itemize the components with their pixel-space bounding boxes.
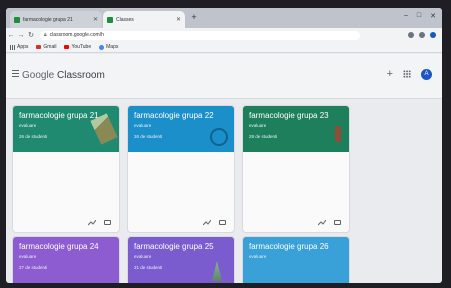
- back-icon[interactable]: ←: [6, 32, 16, 39]
- trend-icon[interactable]: [203, 220, 211, 226]
- folder-icon[interactable]: [219, 220, 226, 225]
- banner-illustration-icon: [210, 128, 228, 146]
- maps-icon: [99, 44, 105, 50]
- tab-classroom-group-21[interactable]: farmacologie grupa 21 ✕: [10, 11, 102, 28]
- gmail-icon: [36, 45, 42, 49]
- window-controls: – □ ✕: [404, 12, 436, 20]
- bookmark-label: YouTube: [71, 44, 92, 50]
- forward-icon[interactable]: →: [16, 32, 26, 39]
- extension-icon[interactable]: [408, 32, 414, 38]
- browser-toolbar: ← → ↻ 🔒︎ classroom.google.com/h: [6, 28, 442, 42]
- class-section: evaluare: [19, 123, 37, 128]
- bookmark-youtube[interactable]: YouTube: [64, 44, 91, 50]
- class-section: evaluare: [19, 254, 37, 259]
- close-tab-icon[interactable]: ✕: [93, 16, 98, 23]
- address-bar[interactable]: 🔒︎ classroom.google.com/h: [40, 30, 360, 40]
- class-title[interactable]: farmacologie grupa 26: [249, 242, 329, 251]
- profile-icon[interactable]: [430, 32, 436, 38]
- classroom-favicon-icon: [107, 16, 113, 23]
- bookmark-gmail[interactable]: Gmail: [36, 44, 56, 50]
- bookmarks-bar: Apps Gmail YouTube Maps: [6, 42, 442, 53]
- url-text: classroom.google.com/h: [49, 32, 104, 38]
- app-title[interactable]: Google Classroom: [22, 70, 105, 81]
- class-card[interactable]: farmacologie grupa 22 evaluare 26 de stu…: [127, 105, 235, 233]
- class-title[interactable]: farmacologie grupa 24: [19, 242, 99, 251]
- youtube-icon: [64, 45, 70, 49]
- class-card[interactable]: farmacologie grupa 21 evaluare 26 de stu…: [12, 105, 120, 233]
- app-title-google: Google: [22, 70, 55, 81]
- new-tab-icon[interactable]: +: [189, 12, 199, 22]
- hamburger-menu-icon[interactable]: [12, 70, 19, 79]
- tab-strip: farmacologie grupa 21 ✕ Classes ✕ + – □ …: [6, 8, 442, 28]
- tab-label: Classes: [116, 16, 134, 23]
- apps-grid-icon[interactable]: [403, 70, 411, 78]
- student-count: 21 de studenti: [134, 265, 163, 270]
- apps-icon: [10, 44, 15, 50]
- classroom-header: Google Classroom + A: [6, 54, 442, 99]
- bookmark-apps[interactable]: Apps: [10, 44, 28, 50]
- app-title-product: Classroom: [57, 70, 105, 81]
- screen: farmacologie grupa 21 ✕ Classes ✕ + – □ …: [6, 8, 442, 283]
- tab-classes[interactable]: Classes ✕: [103, 11, 185, 28]
- class-section: evaluare: [249, 123, 267, 128]
- reload-icon[interactable]: ↻: [26, 31, 36, 39]
- add-class-icon[interactable]: +: [387, 68, 393, 80]
- folder-icon[interactable]: [334, 220, 341, 225]
- bookmark-label: Apps: [17, 44, 29, 50]
- class-card[interactable]: farmacologie grupa 24 evaluare 27 de stu…: [12, 236, 120, 283]
- tab-label: farmacologie grupa 21: [23, 16, 73, 23]
- student-count: 26 de studenti: [19, 134, 48, 139]
- extension-icon[interactable]: [419, 32, 425, 38]
- avatar[interactable]: A: [421, 68, 432, 80]
- student-count: 27 de studenti: [19, 265, 48, 270]
- class-card[interactable]: farmacologie grupa 26 evaluare: [242, 236, 350, 283]
- student-count: 26 de studenti: [134, 134, 163, 139]
- class-title[interactable]: farmacologie grupa 23: [249, 111, 329, 120]
- close-window-icon[interactable]: ✕: [430, 12, 436, 20]
- trend-icon[interactable]: [318, 220, 326, 226]
- class-section: evaluare: [249, 254, 267, 259]
- close-tab-icon[interactable]: ✕: [176, 16, 181, 23]
- class-title[interactable]: farmacologie grupa 22: [134, 111, 214, 120]
- class-section: evaluare: [134, 123, 152, 128]
- class-title[interactable]: farmacologie grupa 25: [134, 242, 214, 251]
- student-count: 28 de studenti: [249, 134, 278, 139]
- lock-icon: 🔒︎: [44, 32, 47, 38]
- classroom-favicon-icon: [14, 16, 20, 23]
- trend-icon[interactable]: [88, 220, 96, 226]
- folder-icon[interactable]: [104, 220, 111, 225]
- class-section: evaluare: [134, 254, 152, 259]
- bookmark-label: Maps: [106, 44, 119, 50]
- bookmark-maps[interactable]: Maps: [99, 44, 118, 50]
- class-card[interactable]: farmacologie grupa 23 evaluare 28 de stu…: [242, 105, 350, 233]
- bookmark-label: Gmail: [43, 44, 57, 50]
- minimize-icon[interactable]: –: [404, 12, 408, 20]
- class-card[interactable]: farmacologie grupa 25 evaluare 21 de stu…: [127, 236, 235, 283]
- class-title[interactable]: farmacologie grupa 21: [19, 111, 99, 120]
- maximize-icon[interactable]: □: [417, 12, 421, 20]
- banner-illustration-icon: [335, 126, 341, 142]
